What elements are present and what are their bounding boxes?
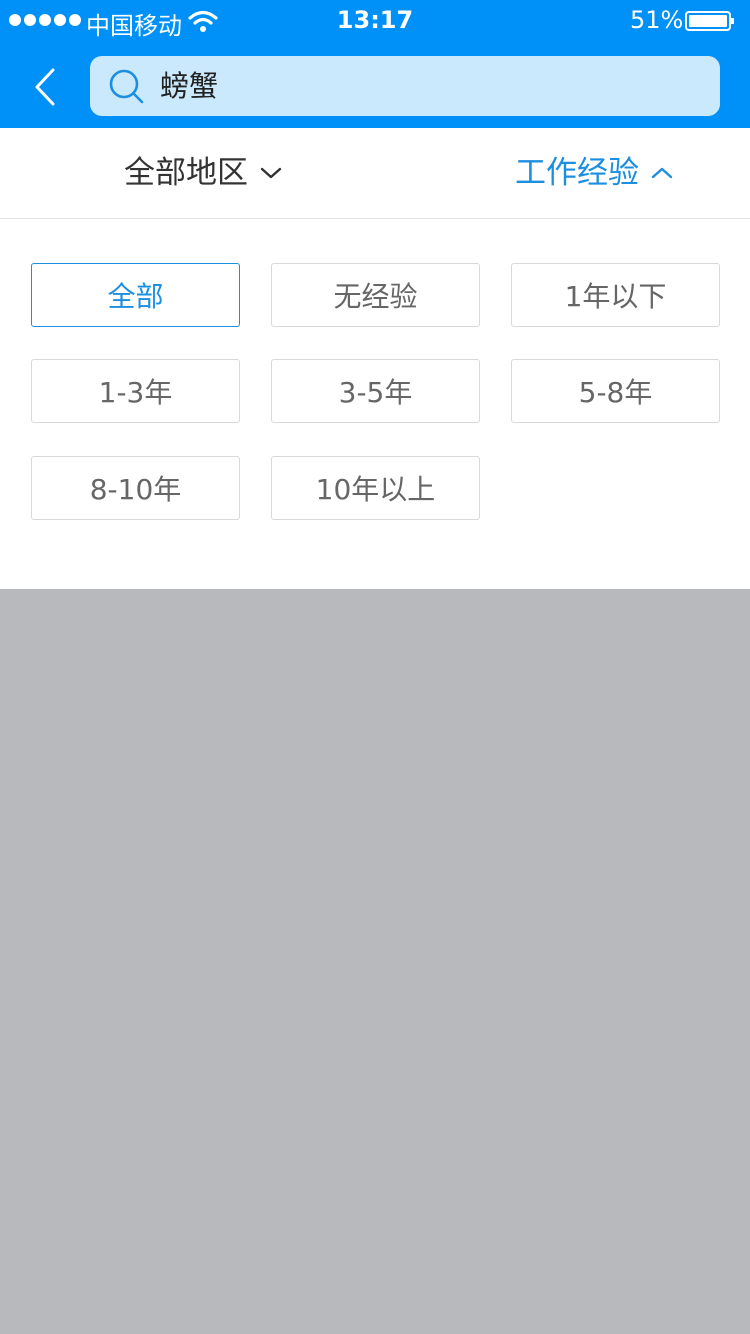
experience-options-panel: 全部 无经验 1年以下 1-3年 3-5年 5-8年 8-10年 10年以上 [0, 219, 750, 589]
region-filter-label: 全部地区 [124, 155, 248, 191]
search-query: 螃蟹 [160, 69, 219, 103]
experience-option-3-5-years[interactable]: 3-5年 [271, 359, 480, 423]
experience-option-all[interactable]: 全部 [31, 263, 240, 327]
search-input[interactable]: 螃蟹 [90, 56, 720, 116]
experience-option-under-1-year[interactable]: 1年以下 [511, 263, 720, 327]
status-bar: 中国移动 13:17 51% [0, 0, 750, 42]
experience-option-over-10-years[interactable]: 10年以上 [271, 456, 480, 520]
experience-option-1-3-years[interactable]: 1-3年 [31, 359, 240, 423]
chevron-down-icon [260, 167, 282, 179]
experience-filter[interactable]: 工作经验 [515, 128, 673, 218]
search-icon [109, 69, 144, 104]
chevron-left-icon [35, 68, 55, 106]
chevron-up-icon [651, 167, 673, 179]
top-bar: 中国移动 13:17 51% 螃蟹 [0, 0, 750, 128]
experience-option-5-8-years[interactable]: 5-8年 [511, 359, 720, 423]
filter-bar: 全部地区 工作经验 [0, 128, 750, 219]
dim-overlay[interactable] [0, 589, 750, 1334]
battery-icon [685, 11, 734, 31]
region-filter[interactable]: 全部地区 [124, 128, 282, 218]
back-button[interactable] [25, 62, 65, 112]
battery-percentage: 51% [630, 6, 684, 34]
experience-filter-label: 工作经验 [515, 155, 639, 191]
experience-option-no-experience[interactable]: 无经验 [271, 263, 480, 327]
experience-option-8-10-years[interactable]: 8-10年 [31, 456, 240, 520]
